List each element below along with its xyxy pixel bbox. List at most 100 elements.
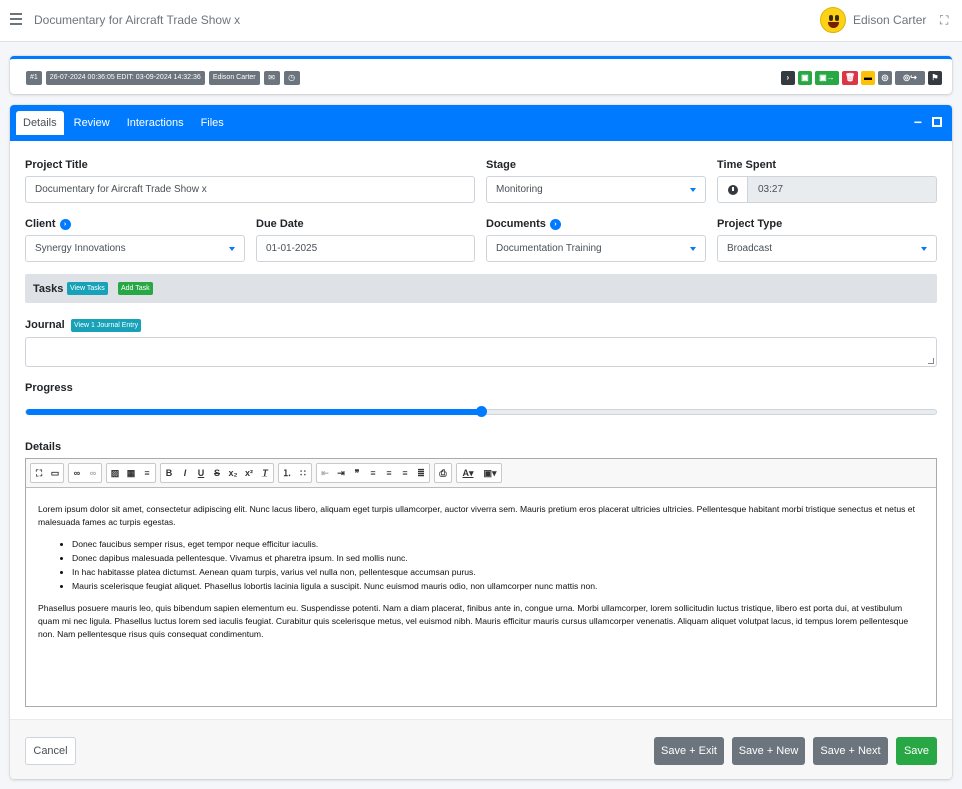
italic-icon[interactable]: I bbox=[177, 464, 193, 482]
editor-paragraph: Phasellus posuere mauris leo, quis biben… bbox=[38, 603, 909, 639]
list-item: Mauris scelerisque feugiat aliquet. Phas… bbox=[72, 580, 924, 593]
tasks-bar: Tasks View Tasks Add Task bbox=[25, 274, 937, 303]
due-date-input[interactable]: 01-01-2025 bbox=[256, 235, 475, 262]
list-item: In hac habitasse platea dictumst. Aenean… bbox=[72, 566, 924, 579]
blockquote-icon[interactable]: ❞ bbox=[349, 464, 365, 482]
image-icon[interactable]: ▨ bbox=[107, 464, 123, 482]
save-new-button[interactable]: Save + New bbox=[732, 737, 805, 765]
background-color-icon[interactable]: ▣▾ bbox=[479, 464, 501, 482]
progress-label: Progress bbox=[25, 382, 73, 394]
envelope-icon[interactable]: ✉ bbox=[263, 71, 280, 85]
project-type-label: Project Type bbox=[717, 218, 783, 230]
numbered-list-icon[interactable]: ⒈ bbox=[279, 464, 295, 482]
underline-icon[interactable]: U bbox=[193, 464, 209, 482]
project-title-label: Project Title bbox=[25, 159, 88, 171]
delete-icon-button[interactable]: 🗑 bbox=[841, 71, 858, 85]
client-value: Synergy Innovations bbox=[35, 243, 126, 254]
client-select[interactable]: Synergy Innovations bbox=[25, 235, 245, 262]
align-left-icon[interactable]: ≡ bbox=[365, 464, 381, 482]
outdent-icon[interactable]: ⇤ bbox=[317, 464, 333, 482]
stage-select[interactable]: Monitoring bbox=[486, 176, 706, 203]
table-icon[interactable]: ▦ bbox=[123, 464, 139, 482]
hide-icon-button[interactable]: ◎ bbox=[878, 71, 892, 85]
documents-label: Documents › bbox=[486, 218, 561, 230]
subscript-icon[interactable]: x₂ bbox=[225, 464, 241, 482]
source-icon[interactable]: ▭ bbox=[47, 464, 63, 482]
list-item: Donec faucibus semper risus, eget tempor… bbox=[72, 538, 924, 551]
project-title-input[interactable]: Documentary for Aircraft Trade Show x bbox=[25, 176, 475, 203]
details-label: Details bbox=[25, 441, 62, 453]
tab-interactions[interactable]: Interactions bbox=[120, 111, 191, 135]
save-icon-button[interactable]: ▣ bbox=[797, 71, 812, 85]
slider-handle[interactable] bbox=[476, 406, 487, 417]
editor-paragraph: Lorem ipsum dolor sit amet, consectetur … bbox=[38, 504, 915, 527]
chevron-right-circle-icon[interactable]: › bbox=[59, 218, 71, 230]
indent-icon[interactable]: ⇥ bbox=[333, 464, 349, 482]
view-tasks-button[interactable]: View Tasks bbox=[67, 282, 108, 295]
print-icon[interactable]: ⎙ bbox=[435, 464, 451, 482]
user-name[interactable]: Edison Carter bbox=[853, 13, 926, 27]
chevron-right-circle-icon[interactable]: › bbox=[549, 218, 561, 230]
tab-details[interactable]: Details bbox=[16, 111, 64, 135]
project-type-select[interactable]: Broadcast bbox=[717, 235, 937, 262]
stage-label: Stage bbox=[486, 159, 516, 171]
tab-files[interactable]: Files bbox=[194, 111, 231, 135]
record-id-badge: #1 bbox=[26, 71, 42, 85]
bold-icon[interactable]: B bbox=[161, 464, 177, 482]
editor-content[interactable]: Lorem ipsum dolor sit amet, consectetur … bbox=[26, 489, 936, 706]
chevron-down-icon bbox=[229, 247, 235, 251]
project-type-value: Broadcast bbox=[727, 243, 773, 254]
bulleted-list-icon[interactable]: ∷ bbox=[295, 464, 311, 482]
justify-icon[interactable]: ≣ bbox=[413, 464, 429, 482]
chevron-down-icon bbox=[690, 247, 696, 251]
save-exit-button[interactable]: Save + Exit bbox=[654, 737, 724, 765]
strikethrough-icon[interactable]: S bbox=[209, 464, 225, 482]
hide-share-icon-button[interactable]: ◎↪ bbox=[895, 71, 925, 85]
add-task-button[interactable]: Add Task bbox=[118, 282, 153, 295]
stage-value: Monitoring bbox=[496, 184, 543, 195]
clock-icon[interactable]: ◷ bbox=[283, 71, 300, 85]
tab-review[interactable]: Review bbox=[67, 111, 117, 135]
horizontal-rule-icon[interactable]: ≡ bbox=[139, 464, 155, 482]
cancel-button[interactable]: Cancel bbox=[25, 737, 76, 765]
page-title: Documentary for Aircraft Trade Show x bbox=[34, 13, 241, 27]
resize-grip-icon[interactable] bbox=[928, 358, 934, 364]
maximize-icon[interactable]: ⛶ bbox=[31, 464, 47, 482]
record-meta-card: #1 26-07-2024 00:36:05 EDIT: 03-09-2024 … bbox=[10, 56, 952, 94]
link-icon[interactable]: ∞ bbox=[69, 464, 85, 482]
flag-icon-button[interactable]: ⚑ bbox=[928, 71, 942, 85]
list-item: Donec dapibus malesuada pellentesque. Vi… bbox=[72, 552, 924, 565]
fullscreen-icon[interactable]: ⛶ bbox=[940, 14, 952, 26]
documents-label-text: Documents bbox=[486, 218, 546, 230]
documents-select[interactable]: Documentation Training bbox=[486, 235, 706, 262]
documents-value: Documentation Training bbox=[496, 243, 602, 254]
save-next-button[interactable]: Save + Next bbox=[813, 737, 888, 765]
form-footer: Cancel Save + Exit Save + New Save + Nex… bbox=[10, 719, 952, 779]
top-navbar: Documentary for Aircraft Trade Show x Ed… bbox=[0, 0, 962, 42]
rich-text-editor: ⛶ ▭ ∞ ∞ ▨ ▦ ≡ B I U S x₂ x² T̲ ⒈ ∷ ⇤ ⇥ ❞… bbox=[25, 458, 937, 707]
superscript-icon[interactable]: x² bbox=[241, 464, 257, 482]
editor-bullet-list: Donec faucibus semper risus, eget tempor… bbox=[72, 538, 924, 593]
save-button[interactable]: Save bbox=[896, 737, 937, 765]
minimize-icon[interactable]: − bbox=[914, 115, 922, 129]
text-color-icon[interactable]: A▾ bbox=[457, 464, 479, 482]
timestamps-badge: 26-07-2024 00:36:05 EDIT: 03-09-2024 14:… bbox=[45, 71, 205, 85]
archive-icon-button[interactable]: ▬ bbox=[861, 71, 875, 85]
hamburger-menu-icon[interactable] bbox=[10, 13, 22, 25]
next-record-button[interactable]: › bbox=[780, 71, 795, 85]
time-spent-value: 03:27 bbox=[758, 184, 784, 195]
align-center-icon[interactable]: ≡ bbox=[381, 464, 397, 482]
maximize-icon[interactable] bbox=[932, 117, 942, 127]
align-right-icon[interactable]: ≡ bbox=[397, 464, 413, 482]
due-date-label: Due Date bbox=[256, 218, 304, 230]
chevron-down-icon bbox=[921, 247, 927, 251]
save-exit-icon-button[interactable]: ▣→ bbox=[814, 71, 839, 85]
view-journal-entry-button[interactable]: View 1 Journal Entry bbox=[71, 319, 142, 332]
journal-textarea[interactable] bbox=[25, 337, 937, 367]
unlink-icon[interactable]: ∞ bbox=[85, 464, 101, 482]
tasks-label: Tasks bbox=[33, 283, 64, 295]
avatar[interactable] bbox=[820, 7, 846, 33]
remove-format-icon[interactable]: T̲ bbox=[257, 464, 273, 482]
progress-slider[interactable] bbox=[25, 406, 937, 417]
time-spent-field: 03:27 bbox=[717, 176, 937, 203]
